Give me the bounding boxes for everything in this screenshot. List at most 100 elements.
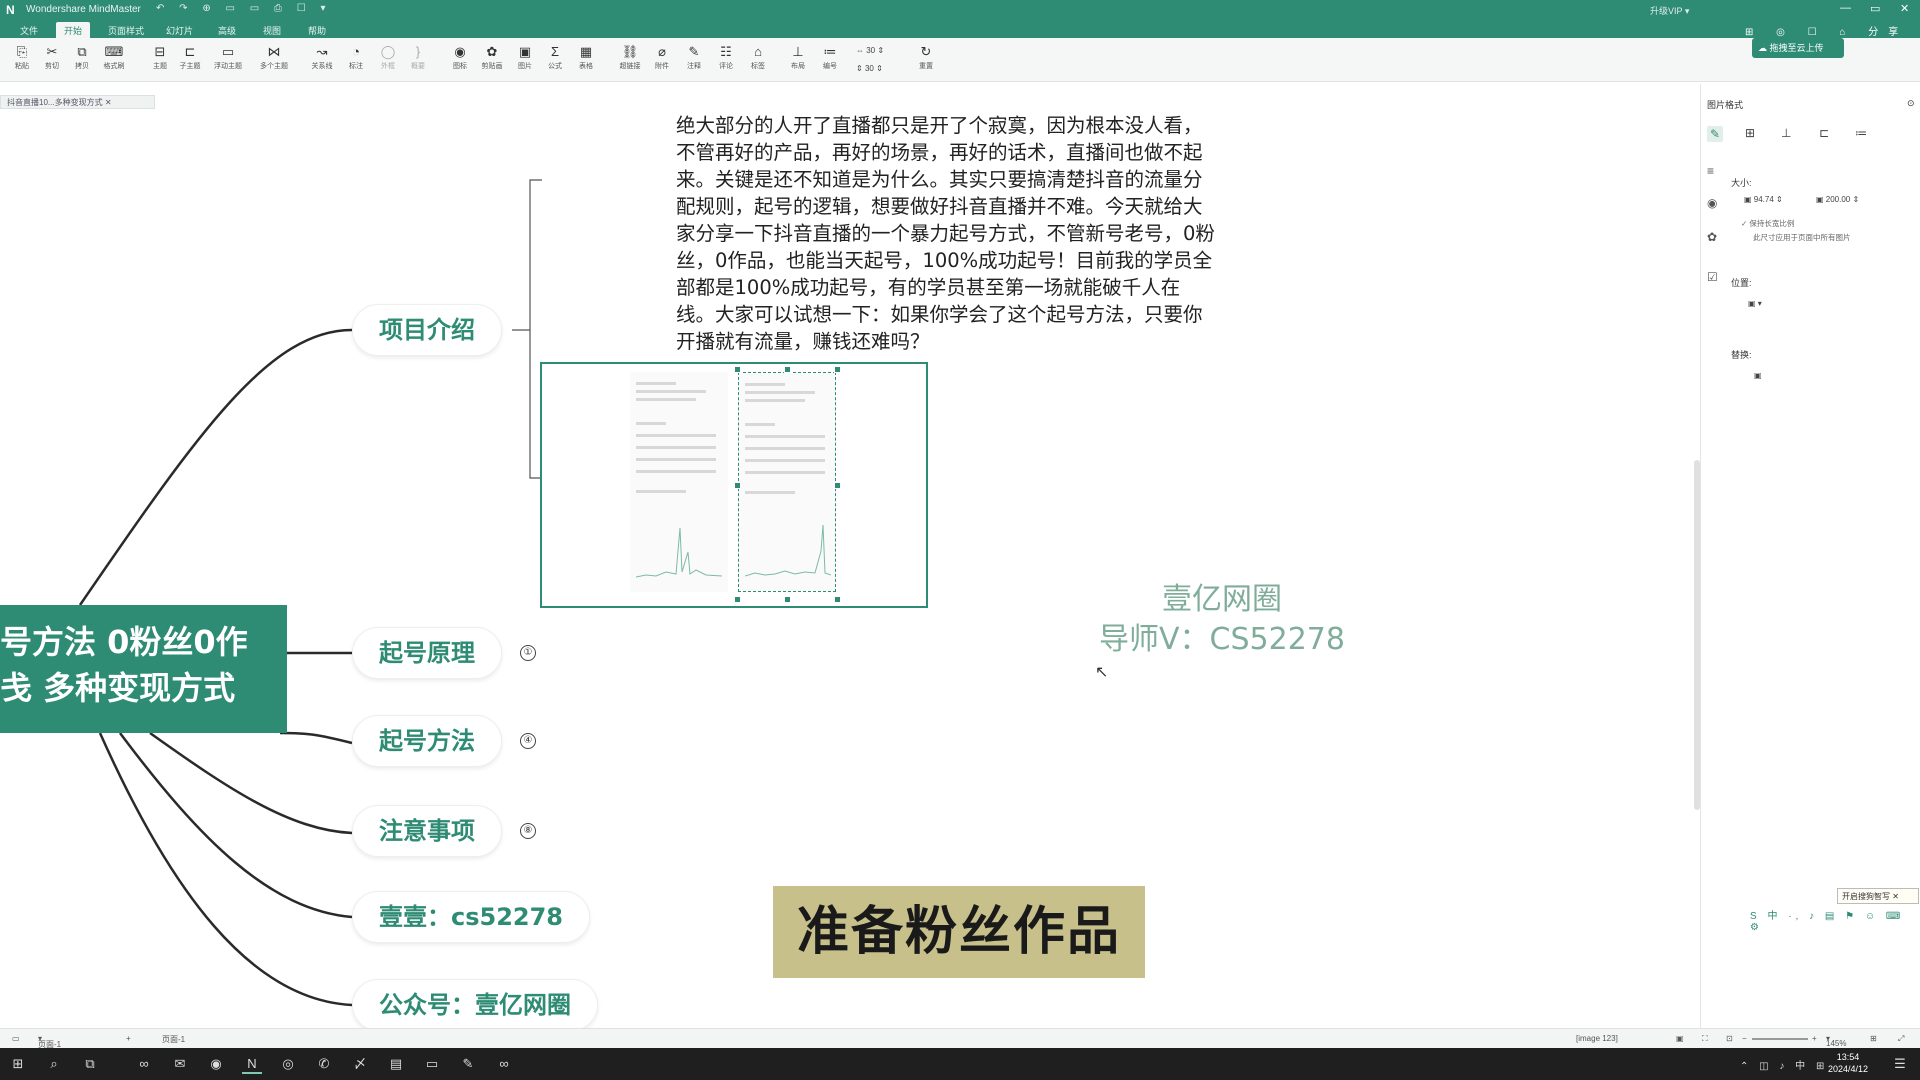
icon-button[interactable]: ◉ 图标 [446,44,474,71]
page-selector[interactable]: 页面-1 ▾ [38,1034,61,1049]
topic-contact[interactable]: 壹壹：cs52278 [352,891,591,943]
app-icon-2[interactable]: ✉ [170,1054,190,1074]
callout-button[interactable]: ◔ 标注 [342,44,370,71]
copy-button[interactable]: ⧉ 拷贝 [68,44,96,71]
resize-handle[interactable] [734,482,741,489]
close-button[interactable]: ✕ [1900,2,1909,15]
clock[interactable]: 13:54 2024/4/12 [1828,1051,1868,1075]
maximize-button[interactable]: ▭ [1870,2,1880,15]
topic-notes[interactable]: 注意事项 [352,805,502,857]
resize-handle[interactable] [834,596,841,603]
resize-handle[interactable] [784,366,791,373]
layout-button[interactable]: ⊥ 布局 [784,44,812,71]
position-dropdown[interactable]: ▣ ▾ [1745,298,1765,312]
boundary-button[interactable]: ◯ 外框 [374,44,402,71]
ime-toolbar[interactable]: S 中 ·, ♪ ▤ ⚑ ☺ ⌨ ⚙ [1750,907,1920,933]
list-tab-icon[interactable]: ≔ [1855,126,1867,140]
folder-icon[interactable]: ▭ [422,1054,442,1074]
resize-handle[interactable] [734,366,741,373]
clipart-button[interactable]: ✿ 剪贴画 [478,44,506,71]
expand-icon[interactable]: ⤢ [1898,1034,1904,1044]
menu-slides[interactable]: 幻灯片 [158,22,201,38]
app-icon-4[interactable]: ▤ [386,1054,406,1074]
format-painter-button[interactable]: ⌨ 格式刷 [100,44,128,71]
fullscreen-icon[interactable]: ⛶ [1702,1034,1708,1044]
layout-tab-icon[interactable]: ⊞ [1745,126,1755,140]
reset-button[interactable]: ↻ 重置 [912,44,940,71]
comment-button[interactable]: ☷ 评论 [712,44,740,71]
page-panel-icon[interactable]: ▭ [12,1034,20,1043]
width-field[interactable]: ▣ 94.74 ⇕ [1741,194,1786,208]
present-icon[interactable]: ▣ [1676,1034,1684,1043]
replace-image-button[interactable]: ▣ [1751,370,1765,384]
clipart-side-icon[interactable]: ✿ [1707,230,1717,244]
wechat-icon[interactable]: ✆ [314,1054,334,1074]
mindmap-canvas[interactable]: 号方法 0粉丝0作 戋 多种变现方式 项目介绍 起号原理 ① 起号方法 ④ 注意… [0,110,1700,1031]
subtopic-button[interactable]: ⊏ 子主题 [176,44,204,71]
upgrade-vip-button[interactable]: 升级VIP ▾ [1650,4,1689,17]
zoom-slider[interactable] [1752,1038,1808,1040]
picture-button[interactable]: ▣ 图片 [511,44,539,71]
resize-handle[interactable] [834,366,841,373]
image-subtopic[interactable] [540,362,928,608]
collapse-count-badge[interactable]: ① [520,645,536,661]
horizontal-spacing-input[interactable]: ⇔ 30 ⇕ [856,46,884,55]
chrome-icon[interactable]: ◉ [206,1054,226,1074]
mindmaster-taskbar-icon[interactable]: N [242,1054,262,1074]
style-tab-icon[interactable]: ✎ [1707,126,1724,142]
structure-tab-icon[interactable]: ⊥ [1781,126,1791,140]
zoom-level[interactable]: 145% ▾ [1826,1034,1846,1048]
fit-page-icon[interactable]: ⊡ [1726,1034,1733,1043]
formula-button[interactable]: Σ 公式 [541,44,569,71]
paste-button[interactable]: ⎘ 粘贴 [8,44,36,71]
topic-project-intro[interactable]: 项目介绍 [352,304,502,356]
app-icon-1[interactable]: ∞ [134,1054,154,1074]
system-tray[interactable]: ⌃ ◫ ♪ 中 ⊞ [1740,1057,1828,1072]
fit-screen-icon[interactable]: ⊞ [1870,1034,1877,1043]
note-button[interactable]: ✎ 注释 [680,44,708,71]
height-field[interactable]: ▣ 200.00 ⇕ [1813,194,1862,208]
add-page-icon[interactable]: + [126,1034,131,1043]
quick-access-toolbar[interactable]: ↶ ↷ ⊕ ▭ ▭ ⎙ ☐ ▾ [156,3,331,14]
hyperlink-button[interactable]: ⛓ 超链接 [616,44,644,71]
topic-method[interactable]: 起号方法 [352,715,502,767]
menu-file[interactable]: 文件 [12,22,46,38]
topic-official-account[interactable]: 公众号：壹亿网圈 [352,979,598,1031]
minimize-button[interactable]: — [1840,2,1851,14]
topic-button[interactable]: ⊟ 主题 [146,44,174,71]
collapse-count-badge[interactable]: ⑧ [520,823,536,839]
menu-home[interactable]: 开始 [56,22,91,38]
app-icon-3[interactable]: 〆 [350,1054,370,1074]
browser-icon[interactable]: ◎ [278,1054,298,1074]
windows-start-icon[interactable]: ⊞ [8,1054,28,1074]
task-view-icon[interactable]: ⧉ [80,1054,100,1074]
tag-button[interactable]: ⌂ 标签 [744,44,772,71]
keep-ratio-checkbox[interactable]: ✓ 保持长宽比例 [1741,218,1794,229]
central-topic[interactable]: 号方法 0粉丝0作 戋 多种变现方式 [0,605,287,733]
app-icon-6[interactable]: ∞ [494,1054,514,1074]
menu-advanced[interactable]: 高级 [210,22,244,38]
vertical-spacing-input[interactable]: ⇕ 30 ⇕ [856,64,883,73]
cut-button[interactable]: ✂ 剪切 [38,44,66,71]
summary-button[interactable]: } 概要 [404,44,432,71]
notification-icon[interactable]: ☰ [1890,1054,1910,1074]
intro-text-subtopic[interactable]: 绝大部分的人开了直播都只是开了个寂寞，因为根本没人看，不管再好的产品，再好的场景… [676,112,1216,355]
menu-view[interactable]: 视图 [255,22,289,38]
floating-topic-button[interactable]: ▭ 浮动主题 [214,44,242,71]
outline-side-icon[interactable]: ≡ [1707,164,1714,178]
multiple-topics-button[interactable]: ⋈ 多个主题 [260,44,288,71]
zoom-in-icon[interactable]: + [1812,1034,1817,1043]
connector-tab-icon[interactable]: ⊏ [1819,126,1829,140]
app-icon-5[interactable]: ✎ [458,1054,478,1074]
task-side-icon[interactable]: ☑ [1707,270,1718,284]
cloud-upload-badge[interactable]: ☁ 拖拽至云上传 [1752,38,1844,58]
zoom-out-icon[interactable]: − [1742,1034,1747,1043]
resize-handle[interactable] [834,482,841,489]
apply-all-link[interactable]: 此尺寸应用于页面中所有图片 [1753,232,1851,243]
ime-tooltip[interactable]: 开启搜狗智写 ✕ [1837,888,1919,904]
relationship-button[interactable]: ↝ 关系线 [308,44,336,71]
document-tab[interactable]: 抖音直播10...多种变现方式 ✕ [0,95,155,109]
page-tab[interactable]: 页面-1 [162,1034,185,1045]
resize-handle[interactable] [784,596,791,603]
numbering-button[interactable]: ≔ 编号 [816,44,844,71]
